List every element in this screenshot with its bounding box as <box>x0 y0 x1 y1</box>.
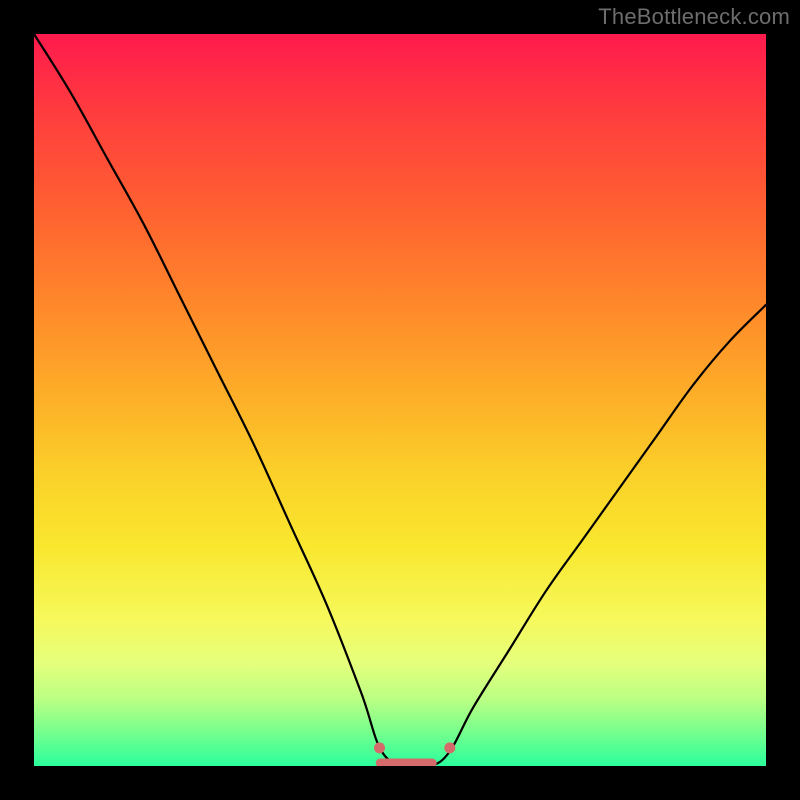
chart-frame: TheBottleneck.com <box>0 0 800 800</box>
endpoint-marker <box>444 742 455 753</box>
bottleneck-curve-path <box>34 34 766 766</box>
watermark-text: TheBottleneck.com <box>598 4 790 30</box>
endpoint-marker <box>374 742 385 753</box>
plot-area <box>34 34 766 766</box>
bottleneck-curve-svg <box>34 34 766 766</box>
